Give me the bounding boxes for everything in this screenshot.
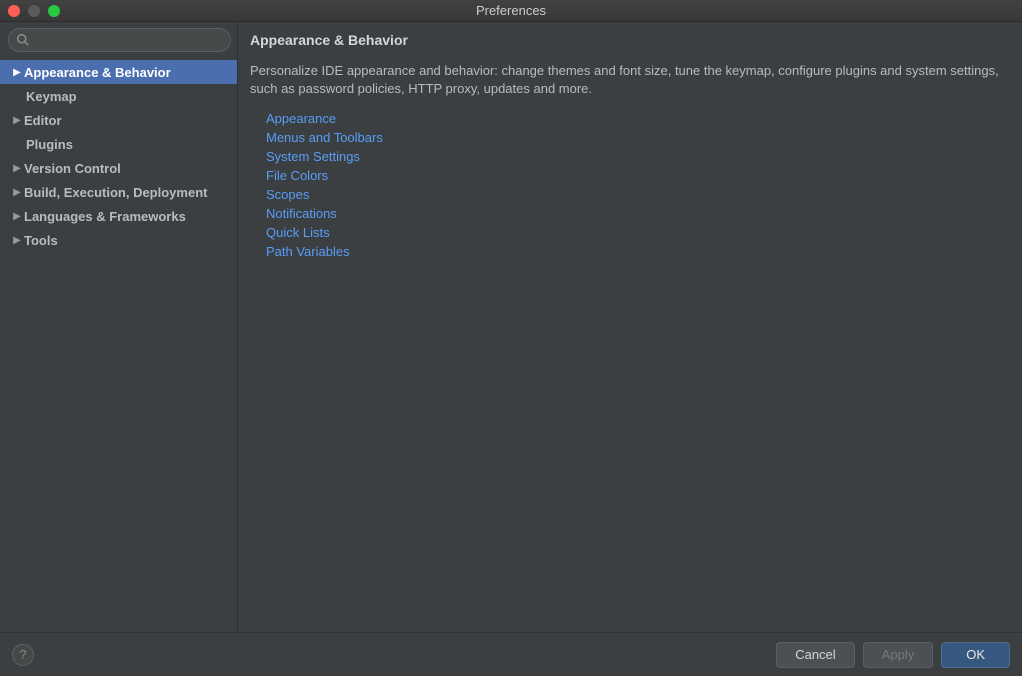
window-controls [8, 5, 60, 17]
page-links: Appearance Menus and Toolbars System Setti… [250, 111, 1004, 259]
link-file-colors[interactable]: File Colors [266, 168, 328, 183]
sidebar-item-label: Languages & Frameworks [24, 209, 186, 224]
sidebar-item-label: Tools [24, 233, 58, 248]
sidebar-item-keymap[interactable]: Keymap [0, 84, 237, 108]
titlebar: Preferences [0, 0, 1022, 22]
sidebar-item-label: Version Control [24, 161, 121, 176]
sidebar: ▶Appearance & BehaviorKeymap▶EditorPlugi… [0, 22, 238, 632]
settings-tree: ▶Appearance & BehaviorKeymap▶EditorPlugi… [0, 58, 237, 632]
expand-arrow-icon: ▶ [10, 235, 24, 246]
minimize-window-button[interactable] [28, 5, 40, 17]
content: ▶Appearance & BehaviorKeymap▶EditorPlugi… [0, 22, 1022, 632]
link-menus-and-toolbars[interactable]: Menus and Toolbars [266, 130, 383, 145]
sidebar-item-label: Keymap [26, 89, 77, 104]
sidebar-item-label: Editor [24, 113, 62, 128]
sidebar-item-label: Plugins [26, 137, 73, 152]
search-wrapper [0, 22, 237, 58]
sidebar-item-build-execution-deployment[interactable]: ▶Build, Execution, Deployment [0, 180, 237, 204]
help-button[interactable]: ? [12, 644, 34, 666]
sidebar-item-tools[interactable]: ▶Tools [0, 228, 237, 252]
link-notifications[interactable]: Notifications [266, 206, 337, 221]
footer: ? Cancel Apply OK [0, 632, 1022, 676]
sidebar-item-languages-frameworks[interactable]: ▶Languages & Frameworks [0, 204, 237, 228]
expand-arrow-icon: ▶ [10, 187, 24, 198]
sidebar-item-appearance-behavior[interactable]: ▶Appearance & Behavior [0, 60, 237, 84]
window-title: Preferences [0, 3, 1022, 18]
sidebar-item-label: Appearance & Behavior [24, 65, 171, 80]
close-window-button[interactable] [8, 5, 20, 17]
main-panel: Appearance & Behavior Personalize IDE ap… [238, 22, 1022, 632]
link-appearance[interactable]: Appearance [266, 111, 336, 126]
cancel-button[interactable]: Cancel [776, 642, 854, 668]
expand-arrow-icon: ▶ [10, 115, 24, 126]
apply-button[interactable]: Apply [863, 642, 934, 668]
link-system-settings[interactable]: System Settings [266, 149, 360, 164]
search-input[interactable] [8, 28, 231, 52]
link-path-variables[interactable]: Path Variables [266, 244, 350, 259]
sidebar-item-label: Build, Execution, Deployment [24, 185, 207, 200]
page-title: Appearance & Behavior [250, 32, 1004, 62]
expand-arrow-icon: ▶ [10, 211, 24, 222]
sidebar-item-plugins[interactable]: Plugins [0, 132, 237, 156]
zoom-window-button[interactable] [48, 5, 60, 17]
ok-button[interactable]: OK [941, 642, 1010, 668]
link-quick-lists[interactable]: Quick Lists [266, 225, 330, 240]
expand-arrow-icon: ▶ [10, 67, 24, 78]
expand-arrow-icon: ▶ [10, 163, 24, 174]
sidebar-item-editor[interactable]: ▶Editor [0, 108, 237, 132]
page-description: Personalize IDE appearance and behavior:… [250, 62, 1004, 111]
link-scopes[interactable]: Scopes [266, 187, 309, 202]
sidebar-item-version-control[interactable]: ▶Version Control [0, 156, 237, 180]
